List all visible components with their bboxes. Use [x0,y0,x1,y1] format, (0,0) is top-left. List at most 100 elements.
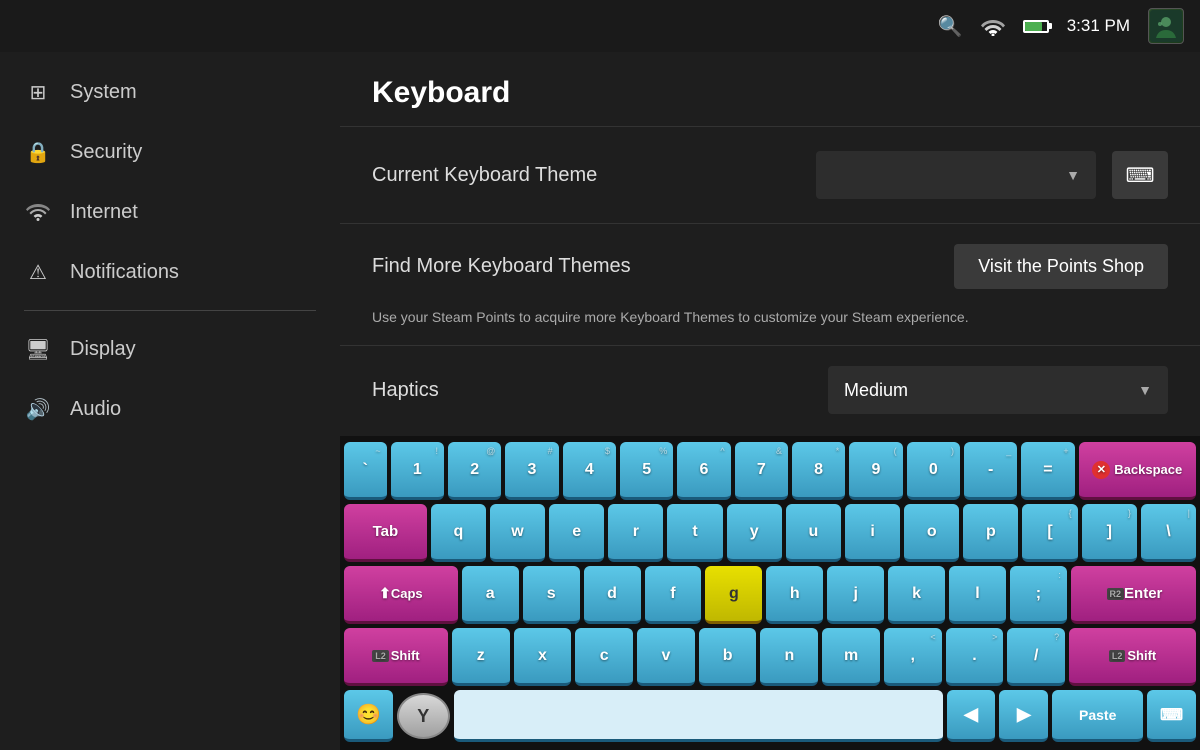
key-enter[interactable]: R2 Enter [1071,566,1196,624]
key-shift-right[interactable]: L2 Shift [1069,628,1196,686]
sidebar: ⊞ System 🔒 Security Internet ⚠ Notificat… [0,52,340,750]
key-z[interactable]: z [452,628,510,686]
haptics-label: Haptics [372,379,828,402]
sidebar-label-audio: Audio [70,398,121,421]
key-left-arrow[interactable]: ◀ [947,690,996,742]
key-semicolon[interactable]: :; [1010,566,1067,624]
key-o[interactable]: o [904,504,959,562]
sidebar-item-display[interactable]: 🖥 Display [0,319,340,379]
haptics-value: Medium [844,380,908,401]
key-x[interactable]: x [514,628,572,686]
key-e[interactable]: e [549,504,604,562]
key-l[interactable]: l [949,566,1006,624]
sidebar-item-system[interactable]: ⊞ System [0,62,340,122]
sidebar-divider [24,310,316,311]
key-g[interactable]: g [705,566,762,624]
key-minus[interactable]: _- [964,442,1017,500]
key-backspace[interactable]: ✕ Backspace [1079,442,1196,500]
key-3[interactable]: #3 [505,442,558,500]
points-shop-section: Find More Keyboard Themes Visit the Poin… [340,224,1200,346]
sidebar-item-security[interactable]: 🔒 Security [0,122,340,182]
key-y-button[interactable]: Y [397,693,450,739]
find-themes-label: Find More Keyboard Themes [372,255,631,278]
search-icon[interactable]: 🔍 [938,14,963,39]
main-content: Keyboard Current Keyboard Theme ▼ ⌨ Find… [340,52,1200,750]
sidebar-item-audio[interactable]: 🔊 Audio [0,379,340,439]
key-backtick[interactable]: ~` [344,442,387,500]
key-p[interactable]: p [963,504,1018,562]
key-q[interactable]: q [431,504,486,562]
haptics-row: Haptics Medium ▼ [372,346,1168,434]
key-t[interactable]: t [667,504,722,562]
key-lbracket[interactable]: {[ [1022,504,1077,562]
key-c[interactable]: c [575,628,633,686]
key-v[interactable]: v [637,628,695,686]
key-a[interactable]: a [462,566,519,624]
key-h[interactable]: h [766,566,823,624]
keyboard-preview-button[interactable]: ⌨ [1112,151,1168,199]
system-clock: 3:31 PM [1067,16,1130,36]
key-8[interactable]: *8 [792,442,845,500]
points-shop-row: Find More Keyboard Themes Visit the Poin… [372,224,1168,309]
key-1[interactable]: !1 [391,442,444,500]
key-keyboard-icon[interactable]: ⌨ [1147,690,1196,742]
key-4[interactable]: $4 [563,442,616,500]
keyboard-theme-section: Current Keyboard Theme ▼ ⌨ [340,127,1200,224]
internet-icon [24,198,52,226]
wifi-icon [981,16,1005,36]
key-r[interactable]: r [608,504,663,562]
key-j[interactable]: j [827,566,884,624]
key-b[interactable]: b [699,628,757,686]
notifications-icon: ⚠ [24,258,52,286]
key-i[interactable]: i [845,504,900,562]
keyboard-theme-dropdown[interactable]: ▼ [816,151,1096,199]
key-k[interactable]: k [888,566,945,624]
key-d[interactable]: d [584,566,641,624]
key-emoji[interactable]: 😊 [344,690,393,742]
haptics-section: Haptics Medium ▼ [340,346,1200,434]
key-6[interactable]: ^6 [677,442,730,500]
key-caps-lock[interactable]: ⬆ Caps [344,566,458,624]
sidebar-label-internet: Internet [70,201,138,224]
key-9[interactable]: (9 [849,442,902,500]
key-shift-left[interactable]: L2 Shift [344,628,448,686]
key-f[interactable]: f [645,566,702,624]
keyboard-theme-row: Current Keyboard Theme ▼ ⌨ [372,127,1168,223]
key-n[interactable]: n [760,628,818,686]
key-s[interactable]: s [523,566,580,624]
battery-indicator [1023,20,1049,33]
key-y[interactable]: y [727,504,782,562]
key-0[interactable]: )0 [907,442,960,500]
key-m[interactable]: m [822,628,880,686]
haptics-dropdown[interactable]: Medium ▼ [828,366,1168,414]
key-tab[interactable]: Tab [344,504,427,562]
key-7[interactable]: &7 [735,442,788,500]
key-comma[interactable]: <, [884,628,942,686]
key-slash[interactable]: ?/ [1007,628,1065,686]
key-right-arrow[interactable]: ▶ [999,690,1048,742]
sidebar-item-notifications[interactable]: ⚠ Notifications [0,242,340,302]
key-backslash[interactable]: |\ [1141,504,1196,562]
keyboard-row-numbers: ~` !1 @2 #3 $4 %5 ^6 &7 *8 (9 )0 _- += ✕… [344,442,1196,500]
visit-points-shop-button[interactable]: Visit the Points Shop [954,244,1168,289]
key-w[interactable]: w [490,504,545,562]
key-space[interactable] [454,690,943,742]
key-rbracket[interactable]: }] [1082,504,1137,562]
user-avatar[interactable] [1148,8,1184,44]
key-period[interactable]: >. [946,628,1004,686]
audio-icon: 🔊 [24,395,52,423]
keyboard-row-shift: L2 Shift z x c v b n m <, >. ?/ L2 Shift [344,628,1196,686]
sidebar-label-system: System [70,81,137,104]
key-u[interactable]: u [786,504,841,562]
sidebar-label-notifications: Notifications [70,261,179,284]
points-description: Use your Steam Points to acquire more Ke… [372,309,1168,345]
key-equals[interactable]: += [1021,442,1074,500]
key-2[interactable]: @2 [448,442,501,500]
keyboard: ~` !1 @2 #3 $4 %5 ^6 &7 *8 (9 )0 _- += ✕… [340,436,1200,750]
key-5[interactable]: %5 [620,442,673,500]
keyboard-row-qwerty: Tab q w e r t y u i o p {[ }] |\ [344,504,1196,562]
sidebar-label-security: Security [70,141,142,164]
sidebar-item-internet[interactable]: Internet [0,182,340,242]
key-paste[interactable]: Paste [1052,690,1143,742]
security-icon: 🔒 [24,138,52,166]
